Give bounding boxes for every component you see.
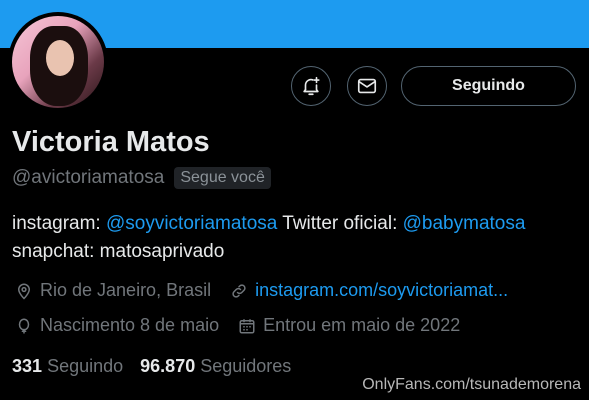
follows-you-badge: Segue você (174, 167, 271, 189)
followers-stat[interactable]: 96.870 Seguidores (140, 356, 291, 376)
watermark: OnlyFans.com/tsunademorena (362, 376, 581, 393)
stats-row: 331 Seguindo 96.870 Seguidores (12, 356, 291, 377)
following-button[interactable]: Seguindo (401, 66, 576, 106)
message-button[interactable] (347, 66, 387, 106)
location-text: Rio de Janeiro, Brasil (40, 280, 212, 300)
avatar-face (46, 40, 74, 76)
following-stat[interactable]: 331 Seguindo (12, 356, 123, 376)
dates-row: Nascimento 8 de maio Entrou em maio de 2… (14, 315, 460, 336)
website-link[interactable]: instagram.com/soyvictoriamat... (255, 280, 508, 301)
bio-text-1: instagram: (12, 213, 106, 234)
envelope-icon (357, 78, 377, 94)
bio-link-instagram[interactable]: @soyvictoriamatosa (106, 213, 277, 234)
handle: @avictoriamatosa (12, 167, 165, 188)
followers-count: 96.870 (140, 356, 196, 376)
handle-row: @avictoriamatosa Segue você (12, 167, 271, 189)
display-name: Victoria Matos (12, 126, 210, 158)
notifications-button[interactable] (291, 66, 331, 106)
followers-label: Seguidores (200, 356, 292, 376)
calendar-icon (237, 316, 257, 336)
following-label: Seguindo (47, 356, 124, 376)
location-pin-icon (14, 281, 34, 301)
link-icon (229, 281, 249, 301)
following-count: 331 (12, 356, 43, 376)
bio-text-2: Twitter oficial: (277, 213, 403, 234)
bio-text-3: snapchat: matosaprivado (12, 241, 225, 262)
bio-link-twitter[interactable]: @babymatosa (403, 213, 526, 234)
location-item: Rio de Janeiro, Brasil instagram.com/soy… (14, 280, 508, 301)
balloon-icon (14, 316, 34, 336)
bio: instagram: @soyvictoriamatosa Twitter of… (12, 210, 572, 266)
joined-text: Entrou em maio de 2022 (263, 315, 461, 335)
avatar[interactable] (8, 12, 108, 112)
avatar-photo (12, 16, 104, 108)
birthday-text: Nascimento 8 de maio (40, 315, 220, 335)
bell-plus-icon (303, 76, 320, 96)
